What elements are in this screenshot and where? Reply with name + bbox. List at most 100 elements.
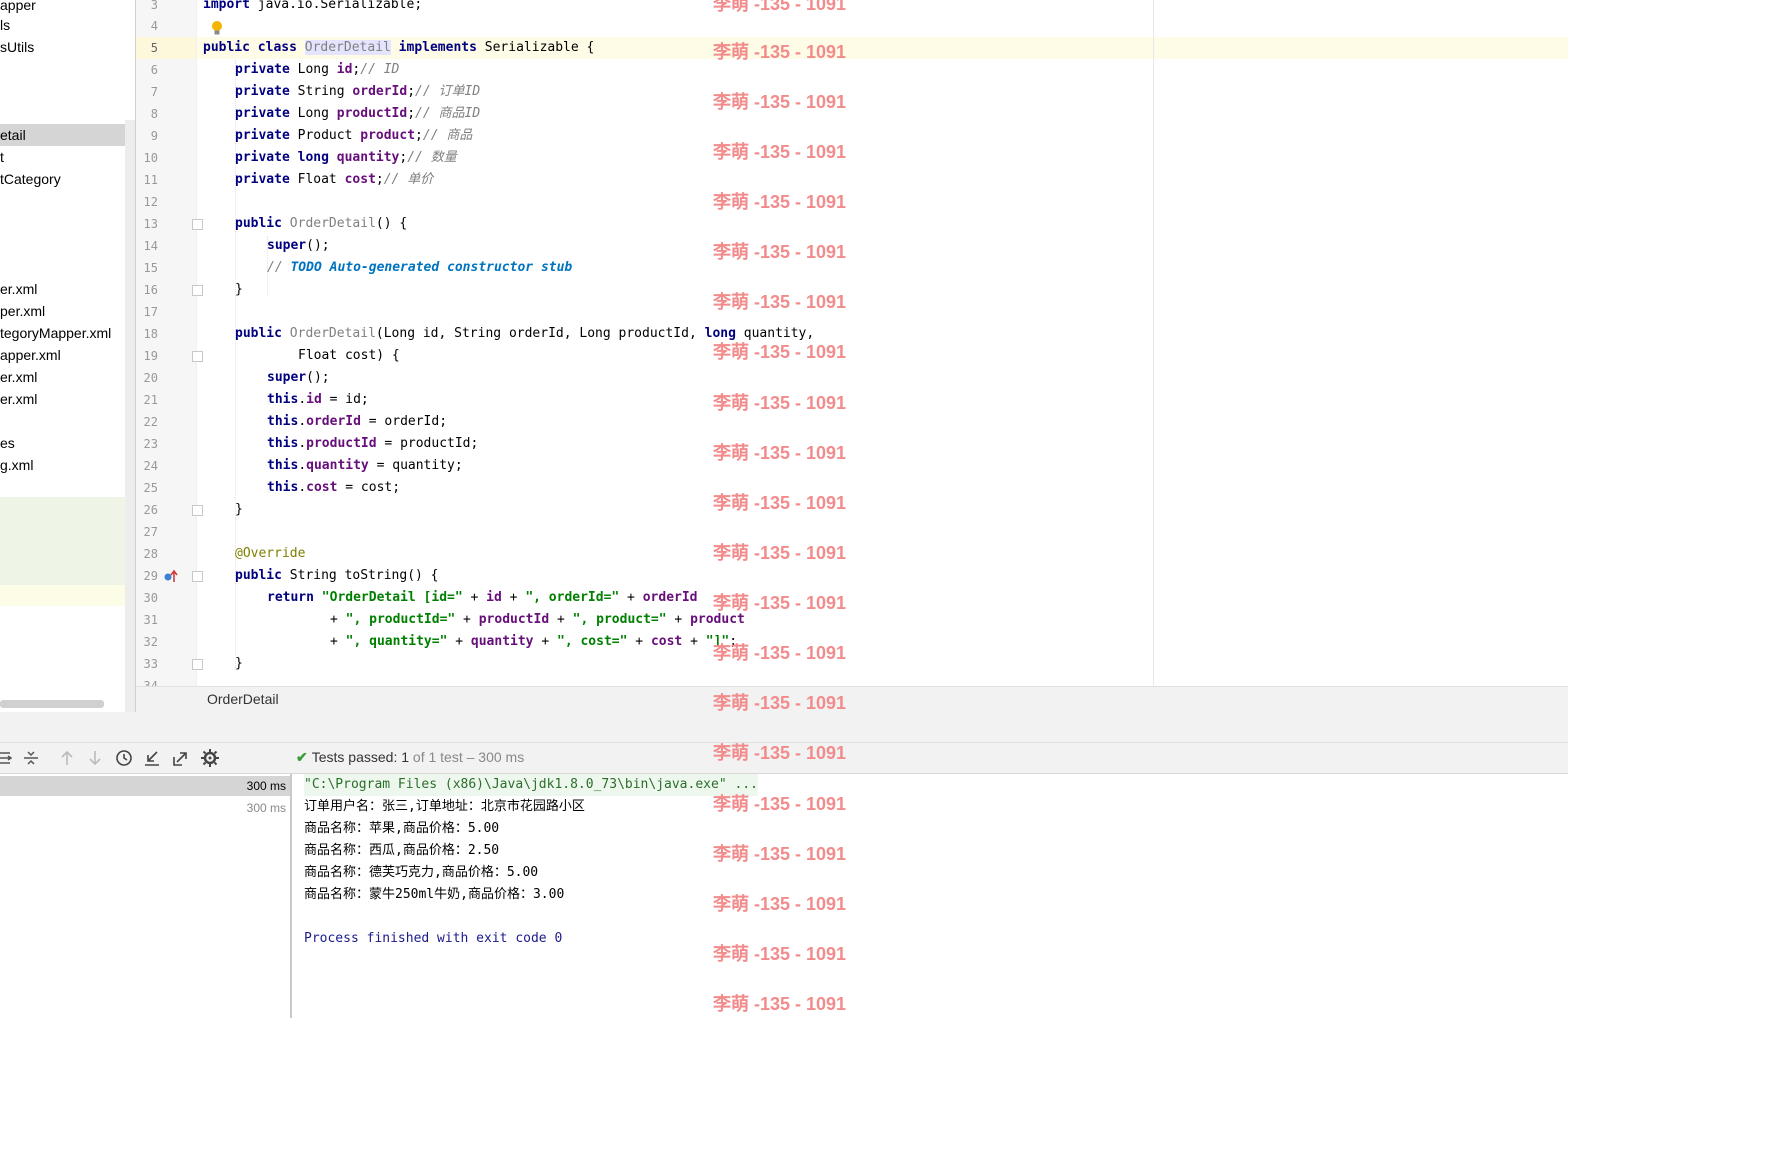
test-status: ✔ Tests passed: 1 of 1 test – 300 ms	[296, 749, 524, 766]
code-line[interactable]: private Long id;// ID	[235, 59, 399, 81]
collapse-all-icon[interactable]	[21, 748, 41, 768]
code-line[interactable]: this.orderId = orderId;	[267, 411, 447, 433]
export-icon[interactable]	[171, 748, 191, 768]
keyword: super	[267, 238, 307, 253]
code-text: Long	[297, 106, 337, 121]
keyword: this	[267, 392, 299, 407]
code-line[interactable]: this.cost = cost;	[267, 477, 400, 499]
fold-marker[interactable]	[192, 659, 203, 670]
gutter-divider	[196, 0, 197, 686]
code-line[interactable]: // TODO Auto-generated constructor stub	[267, 257, 572, 279]
line-number: 11	[143, 173, 158, 187]
code-text: ;	[407, 84, 416, 99]
string-literal: ", quantity="	[345, 634, 448, 649]
code-line[interactable]: this.quantity = quantity;	[267, 455, 463, 477]
tree-item[interactable]: t	[0, 146, 4, 168]
code-line[interactable]: + ", productId=" + productId + ", produc…	[330, 609, 745, 631]
tree-item-selected[interactable]: etail	[0, 124, 125, 146]
tree-item[interactable]: tCategory	[0, 168, 61, 190]
tree-item[interactable]: ls	[0, 14, 10, 36]
code-line[interactable]: this.id = id;	[267, 389, 369, 411]
code-line[interactable]: this.productId = productId;	[267, 433, 478, 455]
line-number: 13	[143, 217, 158, 231]
field-name: cost	[306, 480, 338, 495]
fold-marker[interactable]	[192, 571, 203, 582]
code-text: = orderId;	[360, 414, 448, 429]
code-line[interactable]: + ", quantity=" + quantity + ", cost=" +…	[330, 631, 737, 653]
sidebar-horizontal-scrollbar[interactable]	[0, 700, 104, 708]
panel-header	[0, 712, 1568, 743]
previous-icon[interactable]	[57, 748, 77, 768]
code-line[interactable]: private String orderId;// 订单ID	[235, 81, 480, 103]
code-line[interactable]: private Product product;// 商品	[235, 125, 472, 147]
code-line[interactable]: }	[235, 279, 243, 301]
line-number: 24	[143, 459, 158, 473]
status-count: 1	[401, 749, 410, 765]
code-line[interactable]: private long quantity;// 数量	[235, 147, 457, 169]
tree-item[interactable]: tegoryMapper.xml	[0, 322, 111, 344]
history-icon[interactable]	[114, 748, 134, 768]
console-exit-line: Process finished with exit code 0	[304, 931, 563, 946]
tree-item[interactable]: per.xml	[0, 300, 45, 322]
keyword: this	[267, 480, 299, 495]
fold-marker[interactable]	[192, 219, 203, 230]
fold-marker[interactable]	[192, 351, 203, 362]
code-text: () {	[375, 216, 408, 231]
override-marker-icon[interactable]	[163, 568, 179, 584]
code-line[interactable]: }	[235, 499, 243, 521]
test-duration: 300 ms	[246, 779, 286, 793]
keyword: public	[235, 568, 282, 583]
line-number: 27	[143, 525, 158, 539]
code-text: +	[549, 612, 573, 627]
code-line[interactable]: public String toString() {	[235, 565, 439, 587]
keyword: this	[267, 436, 299, 451]
watermark: 李萌 -135 - 1091	[713, 844, 847, 864]
code-line[interactable]: }	[235, 653, 243, 675]
field-name: productId	[478, 612, 550, 627]
sidebar-highlight-region	[0, 585, 136, 606]
field-name: orderId	[306, 414, 361, 429]
line-number: 20	[143, 371, 158, 385]
lightbulb-icon[interactable]	[211, 20, 223, 36]
field-name: quantity	[336, 150, 400, 165]
fold-marker[interactable]	[192, 285, 203, 296]
keyword: long	[297, 150, 329, 165]
tree-item[interactable]: er.xml	[0, 278, 37, 300]
expand-all-icon[interactable]	[0, 748, 16, 768]
code-text: ;	[407, 106, 416, 121]
code-line[interactable]: Float cost) {	[298, 345, 400, 367]
keyword: this	[267, 414, 299, 429]
code-line[interactable]: super();	[267, 235, 330, 257]
code-line[interactable]: @Override	[235, 543, 305, 565]
code-line[interactable]: private Float cost;// 单价	[235, 169, 433, 191]
code-text: +	[462, 590, 487, 605]
tree-item[interactable]: er.xml	[0, 366, 37, 388]
field-name: cost	[344, 172, 376, 187]
field-name: productId	[306, 436, 377, 451]
code-line[interactable]: import java.io.Serializable;	[203, 0, 422, 16]
tree-item[interactable]: er.xml	[0, 388, 37, 410]
code-text: ();	[306, 370, 330, 385]
code-line[interactable]: public class OrderDetail implements Seri…	[203, 37, 594, 59]
tree-item[interactable]: sUtils	[0, 36, 34, 58]
tree-item[interactable]: es	[0, 432, 15, 454]
settings-icon[interactable]	[200, 748, 220, 768]
tree-item[interactable]: g.xml	[0, 454, 33, 476]
status-detail: of 1 test – 300 ms	[412, 749, 525, 765]
code-text: +	[533, 634, 557, 649]
code-line[interactable]: return "OrderDetail [id=" + id + ", orde…	[267, 587, 698, 609]
line-number: 28	[143, 547, 158, 561]
console-line: 商品名称：苹果,商品价格：5.00	[304, 821, 500, 836]
breadcrumb-item[interactable]: OrderDetail	[207, 691, 279, 707]
code-text: .	[298, 436, 307, 451]
code-line[interactable]: public OrderDetail() {	[235, 213, 407, 235]
line-number: 19	[143, 349, 158, 363]
import-icon[interactable]	[142, 748, 162, 768]
code-line[interactable]: super();	[267, 367, 330, 389]
code-line[interactable]: private Long productId;// 商品ID	[235, 103, 480, 125]
next-icon[interactable]	[85, 748, 105, 768]
fold-marker[interactable]	[192, 505, 203, 516]
tree-item[interactable]: apper.xml	[0, 344, 61, 366]
watermark: 李萌 -135 - 1091	[713, 0, 847, 14]
